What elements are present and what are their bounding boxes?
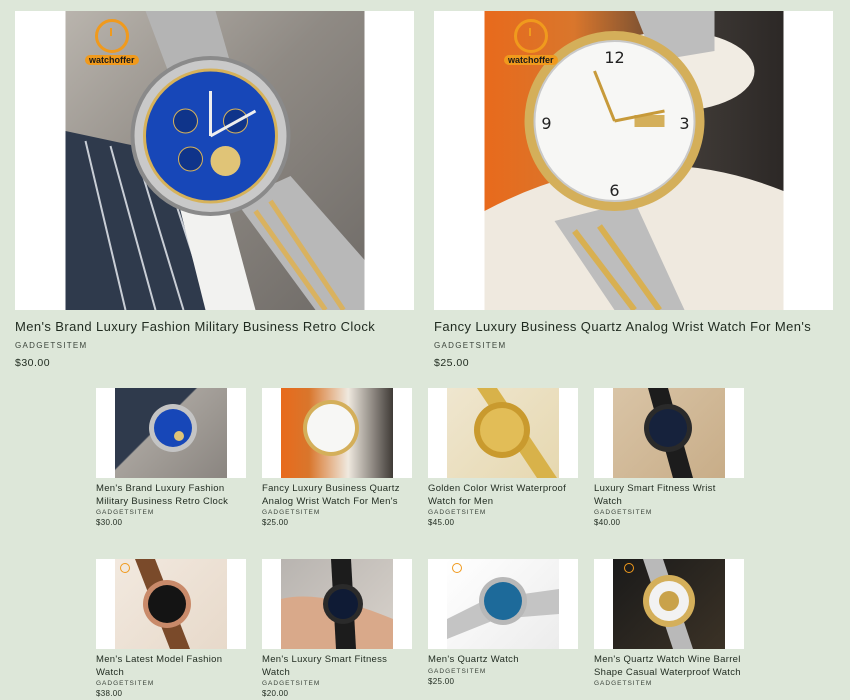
watch-logo-icon <box>452 563 462 573</box>
product-price: $25.00 <box>434 357 470 369</box>
product-card[interactable]: Men's Latest Model Fashion Watch GADGETS… <box>96 559 248 698</box>
product-image-box[interactable] <box>96 388 246 478</box>
product-card[interactable]: Fancy Luxury Business Quartz Analog Wris… <box>262 388 414 527</box>
product-title[interactable]: Men's Brand Luxury Fashion Military Busi… <box>96 483 248 508</box>
product-card[interactable]: Golden Color Wrist Waterproof Watch for … <box>428 388 580 527</box>
product-title[interactable]: Men's Luxury Smart Fitness Watch <box>262 654 414 679</box>
product-image-box[interactable]: 12 3 6 9 watchoffer <box>434 11 833 310</box>
product-title[interactable]: Men's Quartz Watch <box>428 654 580 667</box>
featured-product-card-1[interactable]: watchoffer Men's Brand Luxury Fashion Mi… <box>15 11 414 369</box>
product-vendor: GADGETSITEM <box>594 680 653 687</box>
product-card[interactable]: Men's Brand Luxury Fashion Military Busi… <box>96 388 248 527</box>
black-leather-watch-thumbnail <box>613 388 725 478</box>
watch-logo-icon <box>120 563 130 573</box>
product-card[interactable]: Men's Luxury Smart Fitness Watch GADGETS… <box>262 559 414 698</box>
svg-text:9: 9 <box>541 114 551 133</box>
product-price: $25.00 <box>428 676 455 686</box>
product-price: $30.00 <box>96 518 123 527</box>
product-image-box[interactable] <box>262 388 412 478</box>
white-dial-watch-thumbnail <box>281 388 393 478</box>
product-vendor: GADGETSITEM <box>96 680 155 687</box>
product-vendor: GADGETSITEM <box>428 667 487 675</box>
product-image-box[interactable] <box>594 559 744 649</box>
product-card[interactable]: Men's Quartz Watch Wine Barrel Shape Cas… <box>594 559 746 689</box>
product-price: $45.00 <box>428 518 455 527</box>
product-title[interactable]: Golden Color Wrist Waterproof Watch for … <box>428 483 580 508</box>
product-title[interactable]: Men's Latest Model Fashion Watch <box>96 654 248 679</box>
product-vendor: GADGETSITEM <box>262 509 321 516</box>
product-vendor: GADGETSITEM <box>434 341 507 350</box>
product-image-box[interactable] <box>428 388 578 478</box>
watchoffer-logo <box>624 563 634 573</box>
product-price: $25.00 <box>262 518 289 527</box>
golden-watch-thumbnail <box>447 388 559 478</box>
watchoffer-logo: watchoffer <box>504 19 558 65</box>
product-vendor: GADGETSITEM <box>594 509 653 516</box>
brown-leather-watch-thumbnail <box>115 559 227 649</box>
smart-fitness-watch-on-wrist-thumbnail <box>281 559 393 649</box>
watchoffer-logo <box>452 563 462 573</box>
watch-logo-icon <box>513 19 548 53</box>
product-image-box[interactable]: watchoffer <box>15 11 414 310</box>
product-image-box[interactable] <box>594 388 744 478</box>
product-image-box[interactable] <box>96 559 246 649</box>
product-title[interactable]: Men's Quartz Watch Wine Barrel Shape Cas… <box>594 654 746 679</box>
product-vendor: GADGETSITEM <box>15 341 88 350</box>
product-vendor: GADGETSITEM <box>428 509 487 516</box>
blue-chronograph-watch-thumbnail <box>115 388 227 478</box>
product-price: $30.00 <box>15 357 51 369</box>
watchoffer-logo: watchoffer <box>85 19 139 65</box>
svg-text:12: 12 <box>604 48 624 67</box>
product-image-box[interactable] <box>262 559 412 649</box>
product-price: $40.00 <box>594 518 621 527</box>
svg-text:6: 6 <box>609 181 619 200</box>
watch-logo-icon <box>624 563 634 573</box>
featured-product-card-2[interactable]: 12 3 6 9 watchoffer Fancy Luxury Busines… <box>434 11 833 369</box>
product-title[interactable]: Fancy Luxury Business Quartz Analog Wris… <box>262 483 414 508</box>
product-title[interactable]: Men's Brand Luxury Fashion Military Busi… <box>15 319 414 334</box>
product-price: $20.00 <box>262 689 289 698</box>
product-price: $38.00 <box>96 689 123 698</box>
blue-dial-quartz-watch-thumbnail <box>447 559 559 649</box>
product-card[interactable]: Luxury Smart Fitness Wrist Watch GADGETS… <box>594 388 746 527</box>
watchoffer-logo <box>120 563 130 573</box>
product-title[interactable]: Fancy Luxury Business Quartz Analog Wris… <box>434 319 833 334</box>
product-title[interactable]: Luxury Smart Fitness Wrist Watch <box>594 483 746 508</box>
product-vendor: GADGETSITEM <box>262 680 321 687</box>
watch-logo-icon <box>94 19 129 53</box>
product-card[interactable]: Men's Quartz Watch GADGETSITEM $25.00 <box>428 559 580 686</box>
product-image-box[interactable] <box>428 559 578 649</box>
svg-text:3: 3 <box>679 114 689 133</box>
product-vendor: GADGETSITEM <box>96 509 155 516</box>
